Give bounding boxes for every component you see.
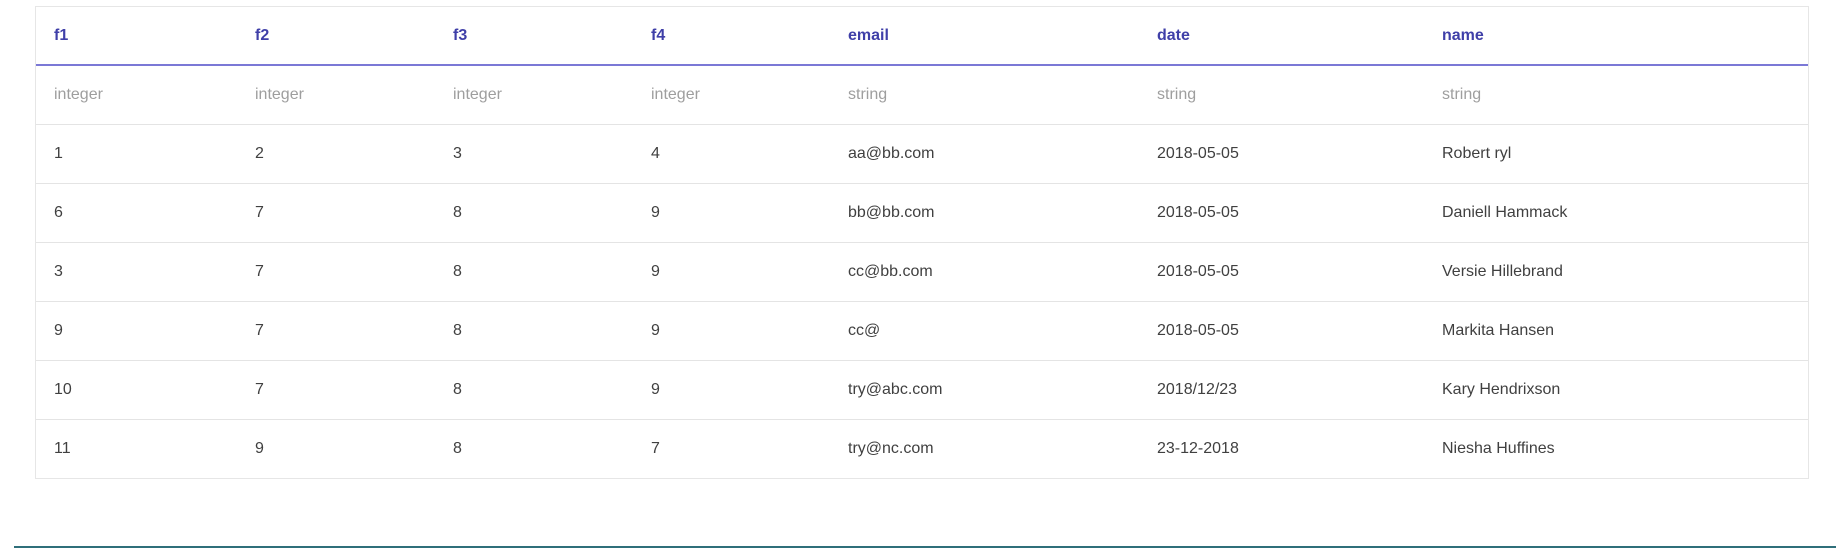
type-cell: string — [830, 65, 1139, 125]
data-table: f1 f2 f3 f4 email date name integer inte… — [36, 7, 1808, 478]
page: f1 f2 f3 f4 email date name integer inte… — [0, 0, 1836, 551]
type-row: integer integer integer integer string s… — [36, 65, 1808, 125]
table-cell: Markita Hansen — [1424, 301, 1808, 361]
table-cell: 8 — [435, 360, 633, 420]
column-header-f3[interactable]: f3 — [435, 7, 633, 66]
table-cell: 7 — [237, 242, 435, 302]
table-cell: cc@bb.com — [830, 242, 1139, 302]
type-cell: integer — [237, 65, 435, 125]
table-cell: 2018-05-05 — [1139, 183, 1424, 243]
table-cell: 7 — [237, 360, 435, 420]
table-cell: 9 — [633, 301, 830, 361]
column-header-date[interactable]: date — [1139, 7, 1424, 66]
table-cell: 9 — [633, 360, 830, 420]
column-header-f4[interactable]: f4 — [633, 7, 830, 66]
table-cell: Versie Hillebrand — [1424, 242, 1808, 302]
type-cell: integer — [435, 65, 633, 125]
table-row[interactable]: 9 7 8 9 cc@ 2018-05-05 Markita Hansen — [36, 301, 1808, 361]
table-cell: 9 — [633, 242, 830, 302]
table-cell: 8 — [435, 242, 633, 302]
table-cell: 2018-05-05 — [1139, 301, 1424, 361]
table-body: integer integer integer integer string s… — [36, 65, 1808, 478]
table-cell: 9 — [255, 440, 264, 457]
table-cell: cc@ — [830, 301, 1139, 361]
column-header-f2[interactable]: f2 — [237, 7, 435, 66]
table-cell: 6 — [36, 183, 237, 243]
table-row[interactable]: 11 9 8 7 try@nc.com 23-12-2018 Niesha Hu… — [36, 420, 1808, 479]
table-cell: 8 — [453, 440, 462, 457]
header-row: f1 f2 f3 f4 email date name — [36, 7, 1808, 66]
table-cell: 23-12-2018 — [1157, 440, 1239, 457]
column-header-f1[interactable]: f1 — [36, 7, 237, 66]
table-row[interactable]: 3 7 8 9 cc@bb.com 2018-05-05 Versie Hill… — [36, 242, 1808, 302]
type-cell: string — [1424, 65, 1808, 125]
table-cell: Daniell Hammack — [1424, 183, 1808, 243]
table-cell: 2018-05-05 — [1139, 242, 1424, 302]
table-cell: 11 — [54, 440, 71, 457]
column-header-name[interactable]: name — [1424, 7, 1808, 66]
table-cell: 4 — [633, 124, 830, 184]
table-cell: 2018-05-05 — [1139, 124, 1424, 184]
table-row[interactable]: 10 7 8 9 try@abc.com 2018/12/23 Kary Hen… — [36, 360, 1808, 420]
table-cell: 8 — [435, 183, 633, 243]
table-cell: 7 — [237, 301, 435, 361]
column-header-email[interactable]: email — [830, 7, 1139, 66]
table-cell: 9 — [36, 301, 237, 361]
table-cell: 2 — [237, 124, 435, 184]
type-cell: integer — [36, 65, 237, 125]
table-cell: 7 — [237, 183, 435, 243]
table-cell: 2018/12/23 — [1139, 360, 1424, 420]
table-cell: bb@bb.com — [830, 183, 1139, 243]
table-cell: 8 — [435, 301, 633, 361]
table-cell: 10 — [36, 360, 237, 420]
table-cell: try@nc.com — [848, 440, 934, 457]
table-cell: 3 — [435, 124, 633, 184]
bottom-divider — [14, 546, 1836, 548]
table-cell: Niesha Huffines — [1442, 440, 1555, 457]
table-cell: 7 — [651, 440, 660, 457]
type-cell: integer — [633, 65, 830, 125]
type-cell: string — [1139, 65, 1424, 125]
table-row[interactable]: 1 2 3 4 aa@bb.com 2018-05-05 Robert ryl — [36, 124, 1808, 184]
table-header: f1 f2 f3 f4 email date name — [36, 7, 1808, 66]
table-cell: 1 — [36, 124, 237, 184]
table-cell: Kary Hendrixson — [1424, 360, 1808, 420]
data-table-container: f1 f2 f3 f4 email date name integer inte… — [35, 6, 1809, 479]
table-cell: try@abc.com — [830, 360, 1139, 420]
table-cell: aa@bb.com — [830, 124, 1139, 184]
table-cell: Robert ryl — [1424, 124, 1808, 184]
table-cell: 3 — [36, 242, 237, 302]
table-row[interactable]: 6 7 8 9 bb@bb.com 2018-05-05 Daniell Ham… — [36, 183, 1808, 243]
table-cell: 9 — [633, 183, 830, 243]
